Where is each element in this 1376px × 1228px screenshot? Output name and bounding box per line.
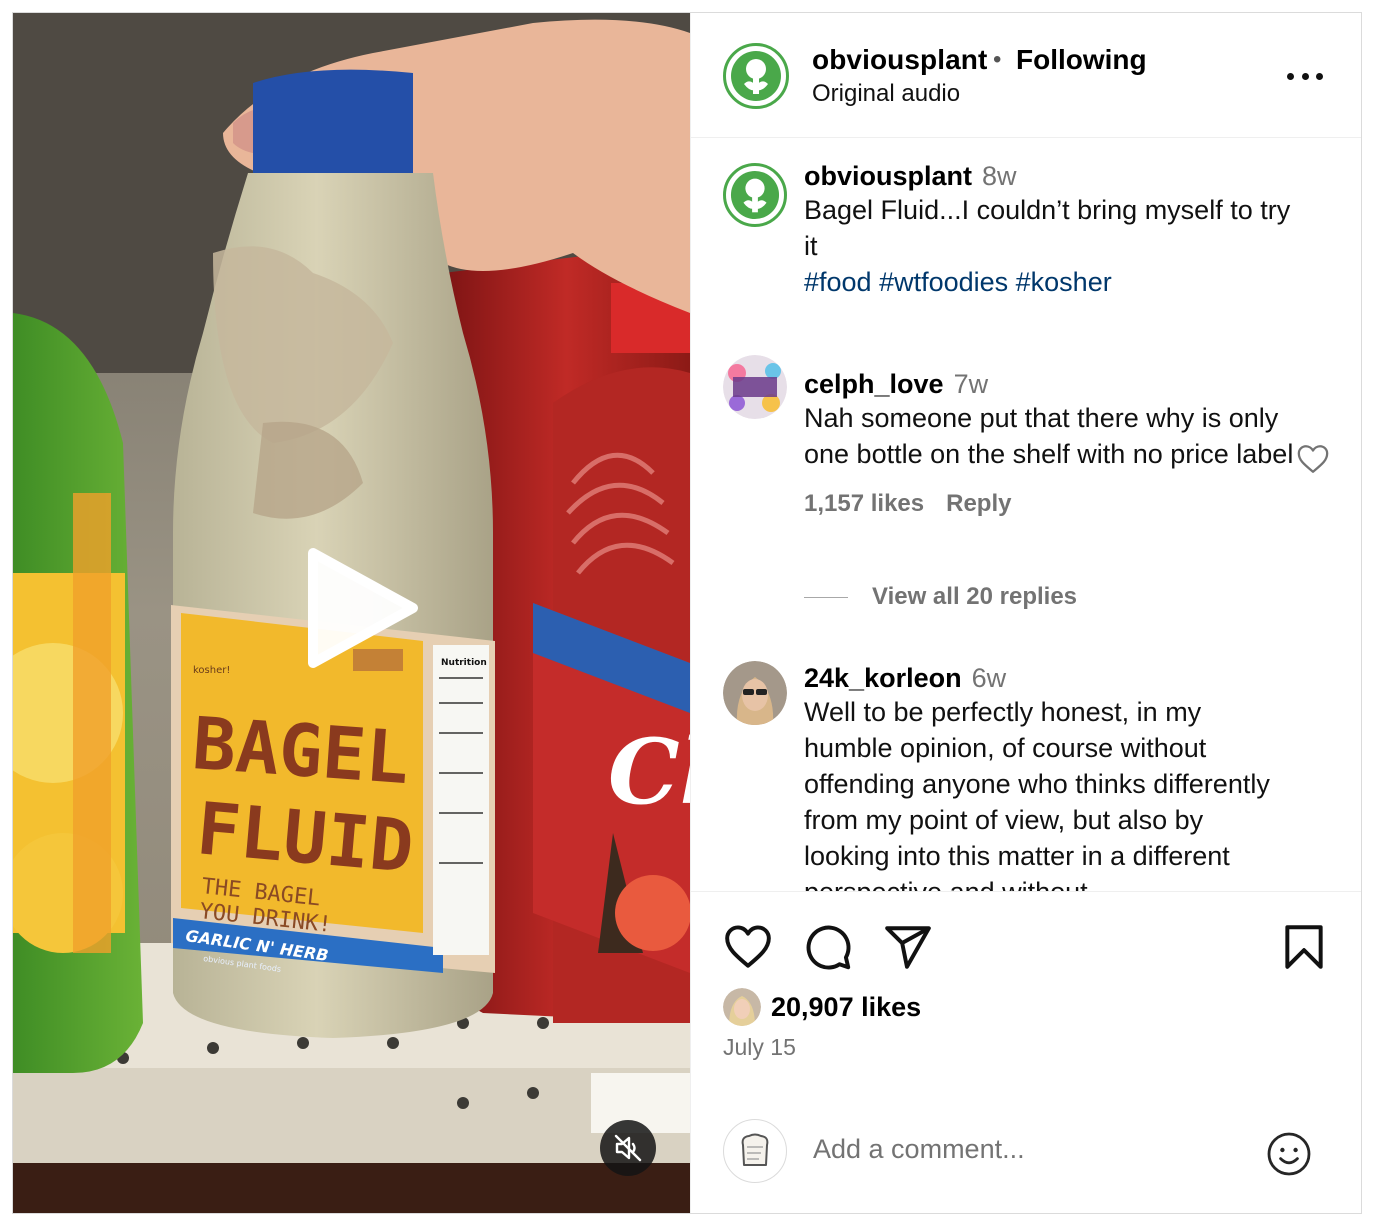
reply-button[interactable]: Reply (946, 490, 1011, 517)
plant-logo-icon (730, 170, 780, 220)
more-icon (1287, 72, 1294, 80)
share-icon (885, 926, 931, 969)
post-actions: 20,907 likes July 15 (691, 891, 1361, 1213)
following-button[interactable]: Following (1016, 44, 1147, 76)
heart-icon (1297, 445, 1329, 473)
more-icon (1316, 72, 1323, 80)
commenter-avatar[interactable] (723, 355, 787, 419)
play-button[interactable] (295, 543, 425, 673)
commenter-avatar[interactable] (723, 661, 787, 725)
mute-button[interactable] (600, 1120, 656, 1176)
video-player[interactable]: Cl kosher! BAGEL FLUID THE BAGEL YOU DRI… (13, 13, 690, 1213)
comment-button[interactable] (803, 922, 853, 972)
comments-list[interactable]: obviousplant 8w Bagel Fluid...I couldn’t … (691, 139, 1361, 891)
likes-summary[interactable]: 20,907 likes (723, 988, 921, 1026)
bookmark-icon (1285, 925, 1323, 969)
label-nutrition: Nutrition (441, 658, 487, 668)
heart-icon (725, 925, 771, 968)
comment-time[interactable]: 7w (954, 369, 989, 399)
post-dialog: Cl kosher! BAGEL FLUID THE BAGEL YOU DRI… (12, 12, 1362, 1214)
emoji-button[interactable] (1265, 1130, 1313, 1178)
liker-avatar (723, 988, 761, 1026)
likes-count[interactable]: 20,907 likes (771, 992, 921, 1023)
view-replies-button[interactable]: View all 20 replies (804, 583, 1077, 611)
separator-dot: • (993, 46, 1002, 73)
caption-hashtags[interactable]: #food #wtfoodies #kosher (804, 264, 1304, 300)
caption-avatar[interactable] (723, 163, 787, 227)
celph-love-avatar-icon (723, 355, 787, 419)
toast-icon (741, 1133, 769, 1166)
more-icon (1301, 72, 1309, 80)
comment: 24k_korleon 6w Well to be perfectly hones… (804, 663, 1294, 891)
comment-time[interactable]: 6w (972, 663, 1007, 693)
author-username[interactable]: obviousplant (812, 44, 987, 76)
play-icon (308, 548, 418, 668)
comment-icon (806, 925, 851, 970)
caption-username[interactable]: obviousplant (804, 161, 972, 191)
right-bottle-label: Cl (608, 719, 690, 825)
author-avatar[interactable] (723, 43, 789, 109)
korleon-avatar-icon (723, 661, 787, 725)
caption-text: Bagel Fluid...I couldn’t bring myself to… (804, 195, 1291, 261)
comment-composer (691, 1114, 1361, 1213)
comment-text: Nah someone put that there why is only o… (804, 403, 1294, 469)
comment-meta: 1,157 likes Reply (804, 490, 1294, 518)
comment-username[interactable]: celph_love (804, 369, 944, 399)
more-options-button[interactable] (1287, 63, 1323, 89)
mute-icon (614, 1134, 642, 1162)
view-replies-label: View all 20 replies (872, 583, 1078, 610)
post-date[interactable]: July 15 (723, 1034, 796, 1061)
share-button[interactable] (883, 922, 933, 972)
comment-text: Well to be perfectly honest, in my humbl… (804, 697, 1270, 891)
label-kosher: kosher! (193, 665, 230, 676)
comment-username[interactable]: 24k_korleon (804, 663, 962, 693)
like-button[interactable] (723, 922, 773, 972)
caption-time[interactable]: 8w (982, 161, 1017, 191)
liker-avatar-icon (723, 988, 761, 1026)
comment-likes[interactable]: 1,157 likes (804, 490, 924, 517)
caption: obviousplant 8w Bagel Fluid...I couldn’t … (804, 161, 1304, 300)
plant-logo-icon (731, 51, 781, 101)
emoji-icon (1267, 1132, 1311, 1176)
label-brand: BAGEL (190, 701, 412, 800)
current-user-avatar[interactable] (723, 1119, 787, 1183)
audio-link[interactable]: Original audio (812, 80, 960, 108)
replies-divider (804, 596, 848, 598)
like-comment-button[interactable] (1296, 443, 1330, 475)
comment: celph_love 7w Nah someone put that there … (804, 369, 1294, 518)
post-header: obviousplant • Following Original audio (691, 13, 1361, 138)
post-side-panel: obviousplant • Following Original audio (690, 13, 1361, 1213)
comment-input[interactable] (813, 1134, 1233, 1165)
save-button[interactable] (1279, 922, 1329, 972)
